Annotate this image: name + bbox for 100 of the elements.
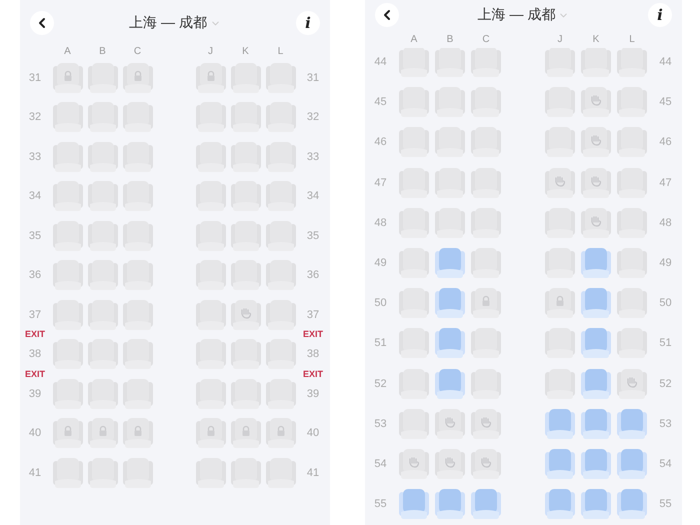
seat[interactable] <box>581 166 611 199</box>
seat[interactable] <box>471 287 501 320</box>
seat[interactable] <box>435 408 465 440</box>
hand-icon <box>240 306 252 319</box>
row-number: 34 <box>306 190 320 202</box>
seat[interactable] <box>581 488 611 520</box>
exit-label: EXIT <box>25 368 45 379</box>
hand-icon <box>408 456 420 468</box>
hand-icon <box>480 456 492 468</box>
row-number: 38 <box>28 348 42 360</box>
seat[interactable] <box>545 287 575 320</box>
column-label: A <box>64 46 71 59</box>
row-number: 31 <box>306 72 320 84</box>
seat[interactable] <box>545 448 575 480</box>
row-number: 52 <box>659 378 672 390</box>
seat[interactable] <box>617 408 647 440</box>
lock-icon <box>480 295 492 308</box>
hand-icon <box>554 174 566 187</box>
seat[interactable] <box>399 448 429 480</box>
seat[interactable] <box>581 247 611 280</box>
hand-icon <box>626 376 638 388</box>
seat[interactable] <box>435 327 465 360</box>
row-number: 39 <box>306 388 320 400</box>
seat[interactable] <box>471 448 501 480</box>
row-number: 31 <box>28 72 42 84</box>
seat[interactable] <box>581 86 611 118</box>
seat[interactable] <box>617 368 647 400</box>
column-label: J <box>208 46 213 59</box>
column-label: A <box>410 34 418 47</box>
row-number: 48 <box>659 216 672 229</box>
seat[interactable] <box>266 417 296 450</box>
row-number: 32 <box>306 111 320 124</box>
column-label: J <box>558 34 562 47</box>
column-label: C <box>482 34 490 47</box>
seat[interactable] <box>581 126 611 158</box>
row-number: 33 <box>306 150 320 163</box>
seat[interactable] <box>435 247 465 280</box>
seat[interactable] <box>581 448 611 480</box>
lock-icon <box>240 425 252 438</box>
seat[interactable] <box>52 417 82 450</box>
lock-icon <box>62 425 74 438</box>
seat[interactable] <box>545 166 575 199</box>
row-number: 53 <box>374 418 387 430</box>
seat[interactable] <box>399 488 429 520</box>
back-button[interactable] <box>30 11 54 35</box>
row-number: 46 <box>374 136 387 148</box>
seat[interactable] <box>545 488 575 520</box>
row-number: 52 <box>374 378 387 390</box>
column-label: K <box>242 46 249 59</box>
seat[interactable] <box>435 368 465 400</box>
row-number: 54 <box>659 458 672 470</box>
seat[interactable] <box>52 62 82 94</box>
seat[interactable] <box>617 448 647 480</box>
row-number: 35 <box>28 230 42 242</box>
route-title: 上海 — 成都 <box>478 6 556 24</box>
seat[interactable] <box>581 327 611 360</box>
route-title: 上海 — 成都 <box>129 14 207 32</box>
row-number: 37 <box>28 308 42 321</box>
row-number: 50 <box>374 297 387 310</box>
seat[interactable] <box>196 417 226 450</box>
hand-icon <box>444 416 456 428</box>
seat[interactable] <box>230 298 260 331</box>
column-label: B <box>446 34 454 47</box>
row-number: 49 <box>374 257 387 270</box>
seat[interactable] <box>196 62 226 94</box>
seat[interactable] <box>471 408 501 440</box>
seat[interactable] <box>435 448 465 480</box>
seat[interactable] <box>581 408 611 440</box>
info-button[interactable]: i <box>296 11 320 35</box>
row-number: 49 <box>659 257 672 270</box>
row-number: 51 <box>374 337 387 350</box>
seat[interactable] <box>617 488 647 520</box>
row-number: 44 <box>374 56 387 68</box>
seat[interactable] <box>230 417 260 450</box>
row-number: 44 <box>659 56 672 68</box>
seat[interactable] <box>545 408 575 440</box>
row-number: 40 <box>306 427 320 440</box>
back-button[interactable] <box>375 3 399 27</box>
column-label: L <box>278 46 284 59</box>
row-number: 32 <box>28 111 42 124</box>
seat[interactable] <box>581 206 611 239</box>
seat[interactable] <box>581 368 611 400</box>
seat[interactable] <box>122 417 152 450</box>
seat[interactable] <box>435 287 465 320</box>
seat[interactable] <box>88 417 118 450</box>
info-button[interactable]: i <box>648 3 672 27</box>
seat[interactable] <box>122 62 152 94</box>
column-label: C <box>134 46 142 59</box>
lock-icon <box>204 425 216 438</box>
lock-icon <box>62 70 74 82</box>
row-number: 48 <box>374 216 387 229</box>
seat[interactable] <box>435 488 465 520</box>
seat[interactable] <box>581 287 611 320</box>
hand-icon <box>480 416 492 428</box>
row-number: 36 <box>306 269 320 282</box>
seat[interactable] <box>471 488 501 520</box>
row-number: 40 <box>28 427 42 440</box>
lock-icon <box>204 70 216 82</box>
exit-label: EXIT <box>25 329 45 340</box>
row-number: 53 <box>659 418 672 430</box>
